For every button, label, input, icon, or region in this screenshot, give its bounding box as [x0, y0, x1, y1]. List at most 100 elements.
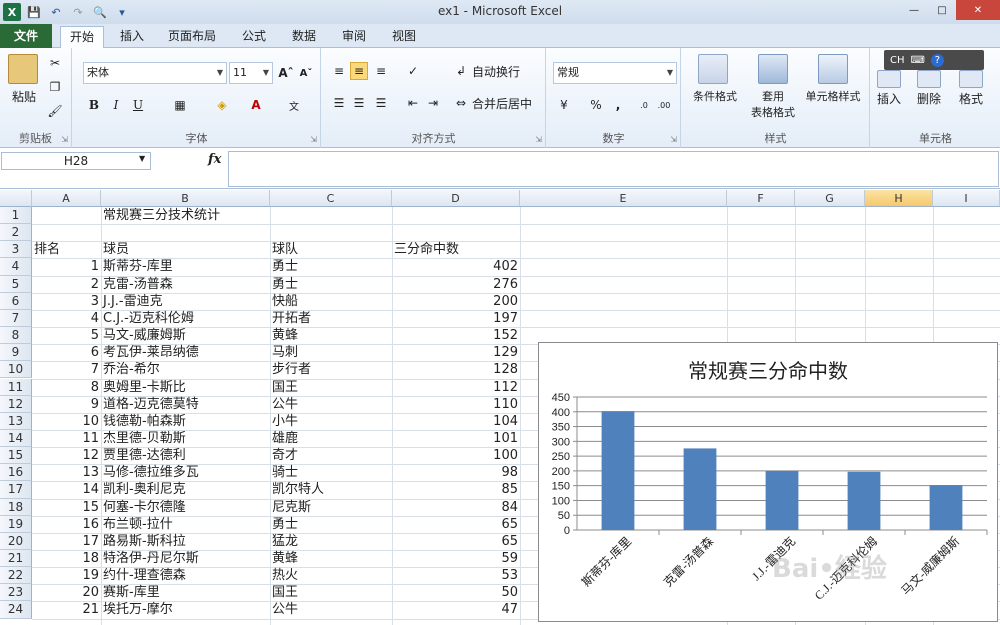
- phonetic-icon[interactable]: 文: [285, 96, 303, 114]
- threes-cell[interactable]: 129: [392, 344, 520, 361]
- tab-home[interactable]: 开始: [60, 26, 104, 48]
- player-cell[interactable]: 约什-理查德森: [101, 567, 270, 584]
- team-cell[interactable]: 马刺: [270, 344, 392, 361]
- rank-cell[interactable]: 13: [32, 464, 101, 481]
- column-header-b[interactable]: B: [101, 190, 270, 207]
- header-team-cell[interactable]: 球队: [270, 241, 392, 258]
- column-header-i[interactable]: I: [933, 190, 1000, 207]
- threes-cell[interactable]: 98: [392, 464, 520, 481]
- row-header[interactable]: 23: [0, 584, 32, 602]
- team-cell[interactable]: 国王: [270, 584, 392, 601]
- column-header-c[interactable]: C: [270, 190, 392, 207]
- tab-formulas[interactable]: 公式: [234, 26, 274, 48]
- sheet-title-cell[interactable]: 常规赛三分技术统计: [101, 207, 270, 224]
- delete-cells-icon[interactable]: [917, 70, 941, 88]
- row-header[interactable]: 20: [0, 532, 32, 550]
- player-cell[interactable]: 克雷-汤普森: [101, 276, 270, 293]
- row-header[interactable]: 10: [0, 361, 32, 379]
- team-cell[interactable]: 黄蜂: [270, 550, 392, 567]
- player-cell[interactable]: 乔治-希尔: [101, 361, 270, 378]
- threes-cell[interactable]: 200: [392, 293, 520, 310]
- format-painter-icon[interactable]: 🖌: [46, 102, 64, 120]
- launcher-icon[interactable]: ⇲: [310, 135, 317, 144]
- row-header[interactable]: 15: [0, 447, 32, 465]
- merge-center-button[interactable]: 合并后居中: [472, 94, 540, 112]
- team-cell[interactable]: 雄鹿: [270, 430, 392, 447]
- save-icon[interactable]: 💾: [25, 3, 43, 21]
- team-cell[interactable]: 小牛: [270, 413, 392, 430]
- team-cell[interactable]: 热火: [270, 567, 392, 584]
- header-threes-cell[interactable]: 三分命中数: [392, 241, 520, 258]
- threes-cell[interactable]: 84: [392, 499, 520, 516]
- team-cell[interactable]: 开拓者: [270, 310, 392, 327]
- team-cell[interactable]: 勇士: [270, 516, 392, 533]
- conditional-format-button[interactable]: 条件格式: [686, 88, 744, 104]
- column-header-e[interactable]: E: [520, 190, 727, 207]
- comma-icon[interactable]: ,: [609, 96, 627, 114]
- paste-icon[interactable]: [8, 54, 38, 84]
- rank-cell[interactable]: 18: [32, 550, 101, 567]
- format-as-table-line2[interactable]: 表格格式: [740, 104, 806, 120]
- cell-styles-icon[interactable]: [818, 54, 848, 84]
- rank-cell[interactable]: 20: [32, 584, 101, 601]
- threes-cell[interactable]: 128: [392, 361, 520, 378]
- rank-cell[interactable]: 5: [32, 327, 101, 344]
- column-header-a[interactable]: A: [32, 190, 101, 207]
- align-right-icon[interactable]: ☰: [372, 94, 390, 112]
- insert-function-icon[interactable]: fx: [208, 152, 221, 167]
- currency-icon[interactable]: ¥: [555, 96, 573, 114]
- delete-cells-button[interactable]: 删除: [911, 90, 947, 106]
- row-header[interactable]: 16: [0, 464, 32, 482]
- threes-cell[interactable]: 152: [392, 327, 520, 344]
- row-header[interactable]: 7: [0, 309, 32, 328]
- player-cell[interactable]: 杰里德-贝勒斯: [101, 430, 270, 447]
- player-cell[interactable]: 斯蒂芬-库里: [101, 258, 270, 275]
- row-header[interactable]: 5: [0, 275, 32, 293]
- row-header[interactable]: 12: [0, 395, 32, 413]
- align-left-icon[interactable]: ☰: [330, 94, 348, 112]
- decrease-indent-icon[interactable]: ⇤: [404, 94, 422, 112]
- player-cell[interactable]: J.J.-雷迪克: [101, 293, 270, 310]
- player-cell[interactable]: 凯利-奥利尼克: [101, 481, 270, 498]
- rank-cell[interactable]: 2: [32, 276, 101, 293]
- rank-cell[interactable]: 8: [32, 379, 101, 396]
- team-cell[interactable]: 勇士: [270, 276, 392, 293]
- player-cell[interactable]: 马文-威廉姆斯: [101, 327, 270, 344]
- threes-cell[interactable]: 59: [392, 550, 520, 567]
- rank-cell[interactable]: 6: [32, 344, 101, 361]
- print-preview-icon[interactable]: 🔍: [91, 3, 109, 21]
- conditional-format-icon[interactable]: [698, 54, 728, 84]
- team-cell[interactable]: 步行者: [270, 361, 392, 378]
- bold-icon[interactable]: B: [85, 96, 103, 114]
- cell-styles-button[interactable]: 单元格样式: [800, 88, 866, 104]
- tab-data[interactable]: 数据: [284, 26, 324, 48]
- redo-icon[interactable]: ↷: [69, 3, 87, 21]
- rank-cell[interactable]: 21: [32, 601, 101, 618]
- rank-cell[interactable]: 7: [32, 361, 101, 378]
- ime-language-bar[interactable]: CH ⌨ ?: [884, 50, 984, 70]
- align-middle-icon[interactable]: ≡: [350, 62, 368, 80]
- row-header[interactable]: 8: [0, 327, 32, 345]
- format-cells-button[interactable]: 格式: [953, 90, 989, 106]
- column-header-d[interactable]: D: [392, 190, 520, 207]
- font-color-icon[interactable]: A: [247, 96, 265, 114]
- help-icon[interactable]: ?: [930, 53, 944, 67]
- team-cell[interactable]: 公牛: [270, 396, 392, 413]
- row-header[interactable]: 3: [0, 241, 32, 259]
- minimize-icon[interactable]: —: [900, 0, 928, 20]
- player-cell[interactable]: 钱德勒-帕森斯: [101, 413, 270, 430]
- font-name-dropdown[interactable]: 宋体 ▼: [83, 62, 227, 84]
- player-cell[interactable]: C.J.-迈克科伦姆: [101, 310, 270, 327]
- format-as-table-line1[interactable]: 套用: [748, 88, 798, 104]
- rank-cell[interactable]: 4: [32, 310, 101, 327]
- player-cell[interactable]: 贾里德-达德利: [101, 447, 270, 464]
- player-cell[interactable]: 奥姆里-卡斯比: [101, 379, 270, 396]
- copy-icon[interactable]: ❐: [46, 78, 64, 96]
- launcher-icon[interactable]: ⇲: [535, 135, 542, 144]
- chevron-down-icon[interactable]: ▼: [139, 154, 145, 163]
- insert-cells-button[interactable]: 插入: [871, 90, 907, 106]
- team-cell[interactable]: 公牛: [270, 601, 392, 618]
- rank-cell[interactable]: 1: [32, 258, 101, 275]
- player-cell[interactable]: 路易斯-斯科拉: [101, 533, 270, 550]
- rank-cell[interactable]: 3: [32, 293, 101, 310]
